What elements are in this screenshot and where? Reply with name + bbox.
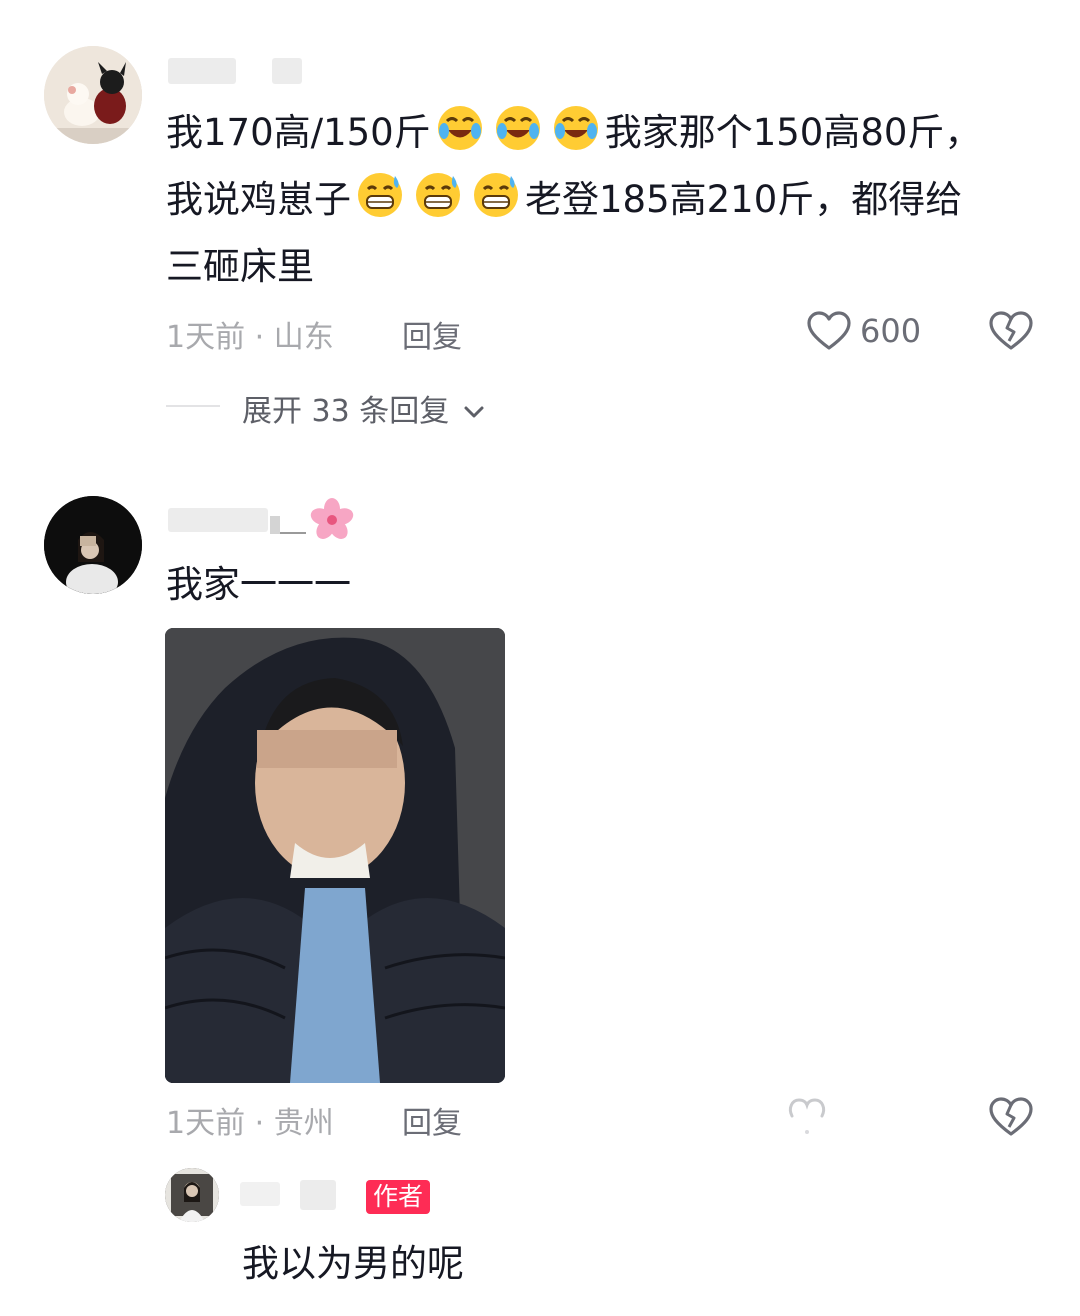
username-masked[interactable]: [168, 58, 236, 84]
reply-button-2[interactable]: 回复: [402, 1098, 462, 1142]
comment-time: 1天前: [166, 320, 246, 355]
expand-divider: [166, 405, 220, 407]
dislike-button[interactable]: [988, 310, 1034, 356]
reply-button[interactable]: 回复: [402, 312, 462, 356]
chevron-down-icon: [464, 406, 484, 418]
avatar-image: [165, 1168, 219, 1222]
comment-meta: 1天前 · 山东: [166, 312, 334, 356]
avatar-image: [44, 46, 142, 144]
user-photo[interactable]: [165, 628, 505, 1083]
cherry-blossom-emoji: [308, 496, 356, 548]
heart-icon: [788, 1098, 826, 1134]
dislike-button-2[interactable]: [988, 1096, 1034, 1142]
grinning-sweat-emoji: [351, 173, 525, 221]
comment-location: 贵州: [273, 1106, 334, 1141]
expand-replies-label: 展开 33 条回复: [242, 394, 450, 429]
author-badge: 作者: [366, 1180, 431, 1214]
broken-heart-icon: [989, 311, 1033, 350]
author-name-masked-2: [300, 1180, 336, 1210]
author-name-masked[interactable]: [240, 1182, 280, 1206]
comment-text: 我170高/150斤 我家那个150高80斤， 我说鸡崽子 老登185高210斤，都…: [166, 99, 981, 300]
meta-separator: ·: [254, 1106, 265, 1141]
user-avatar-2[interactable]: [44, 496, 142, 594]
author-reply-text: 我以为男的呢: [242, 1242, 464, 1285]
comment-meta-2: 1天前 · 贵州: [166, 1098, 334, 1142]
username-masked-2: [270, 516, 280, 534]
meta-separator: ·: [254, 320, 265, 355]
rolling-laughing-emoji: [431, 106, 605, 154]
comment-location: 山东: [273, 320, 334, 355]
like-button[interactable]: [806, 310, 852, 356]
username-masked-3: [280, 532, 306, 534]
username-masked-2[interactable]: [272, 58, 302, 84]
avatar-image: [44, 496, 142, 594]
comment-time: 1天前: [166, 1106, 246, 1141]
expand-replies-button[interactable]: 展开 33 条回复: [242, 386, 485, 430]
author-avatar[interactable]: [165, 1168, 219, 1222]
username-masked[interactable]: [168, 508, 268, 532]
photo-image: [165, 628, 505, 1083]
like-count: 600: [860, 312, 922, 350]
broken-heart-icon: [989, 1097, 1033, 1136]
like-button-2[interactable]: [786, 1096, 828, 1142]
comment-text-2: 我家一一一: [166, 563, 351, 606]
heart-icon: [807, 311, 851, 350]
user-avatar[interactable]: [44, 46, 142, 144]
